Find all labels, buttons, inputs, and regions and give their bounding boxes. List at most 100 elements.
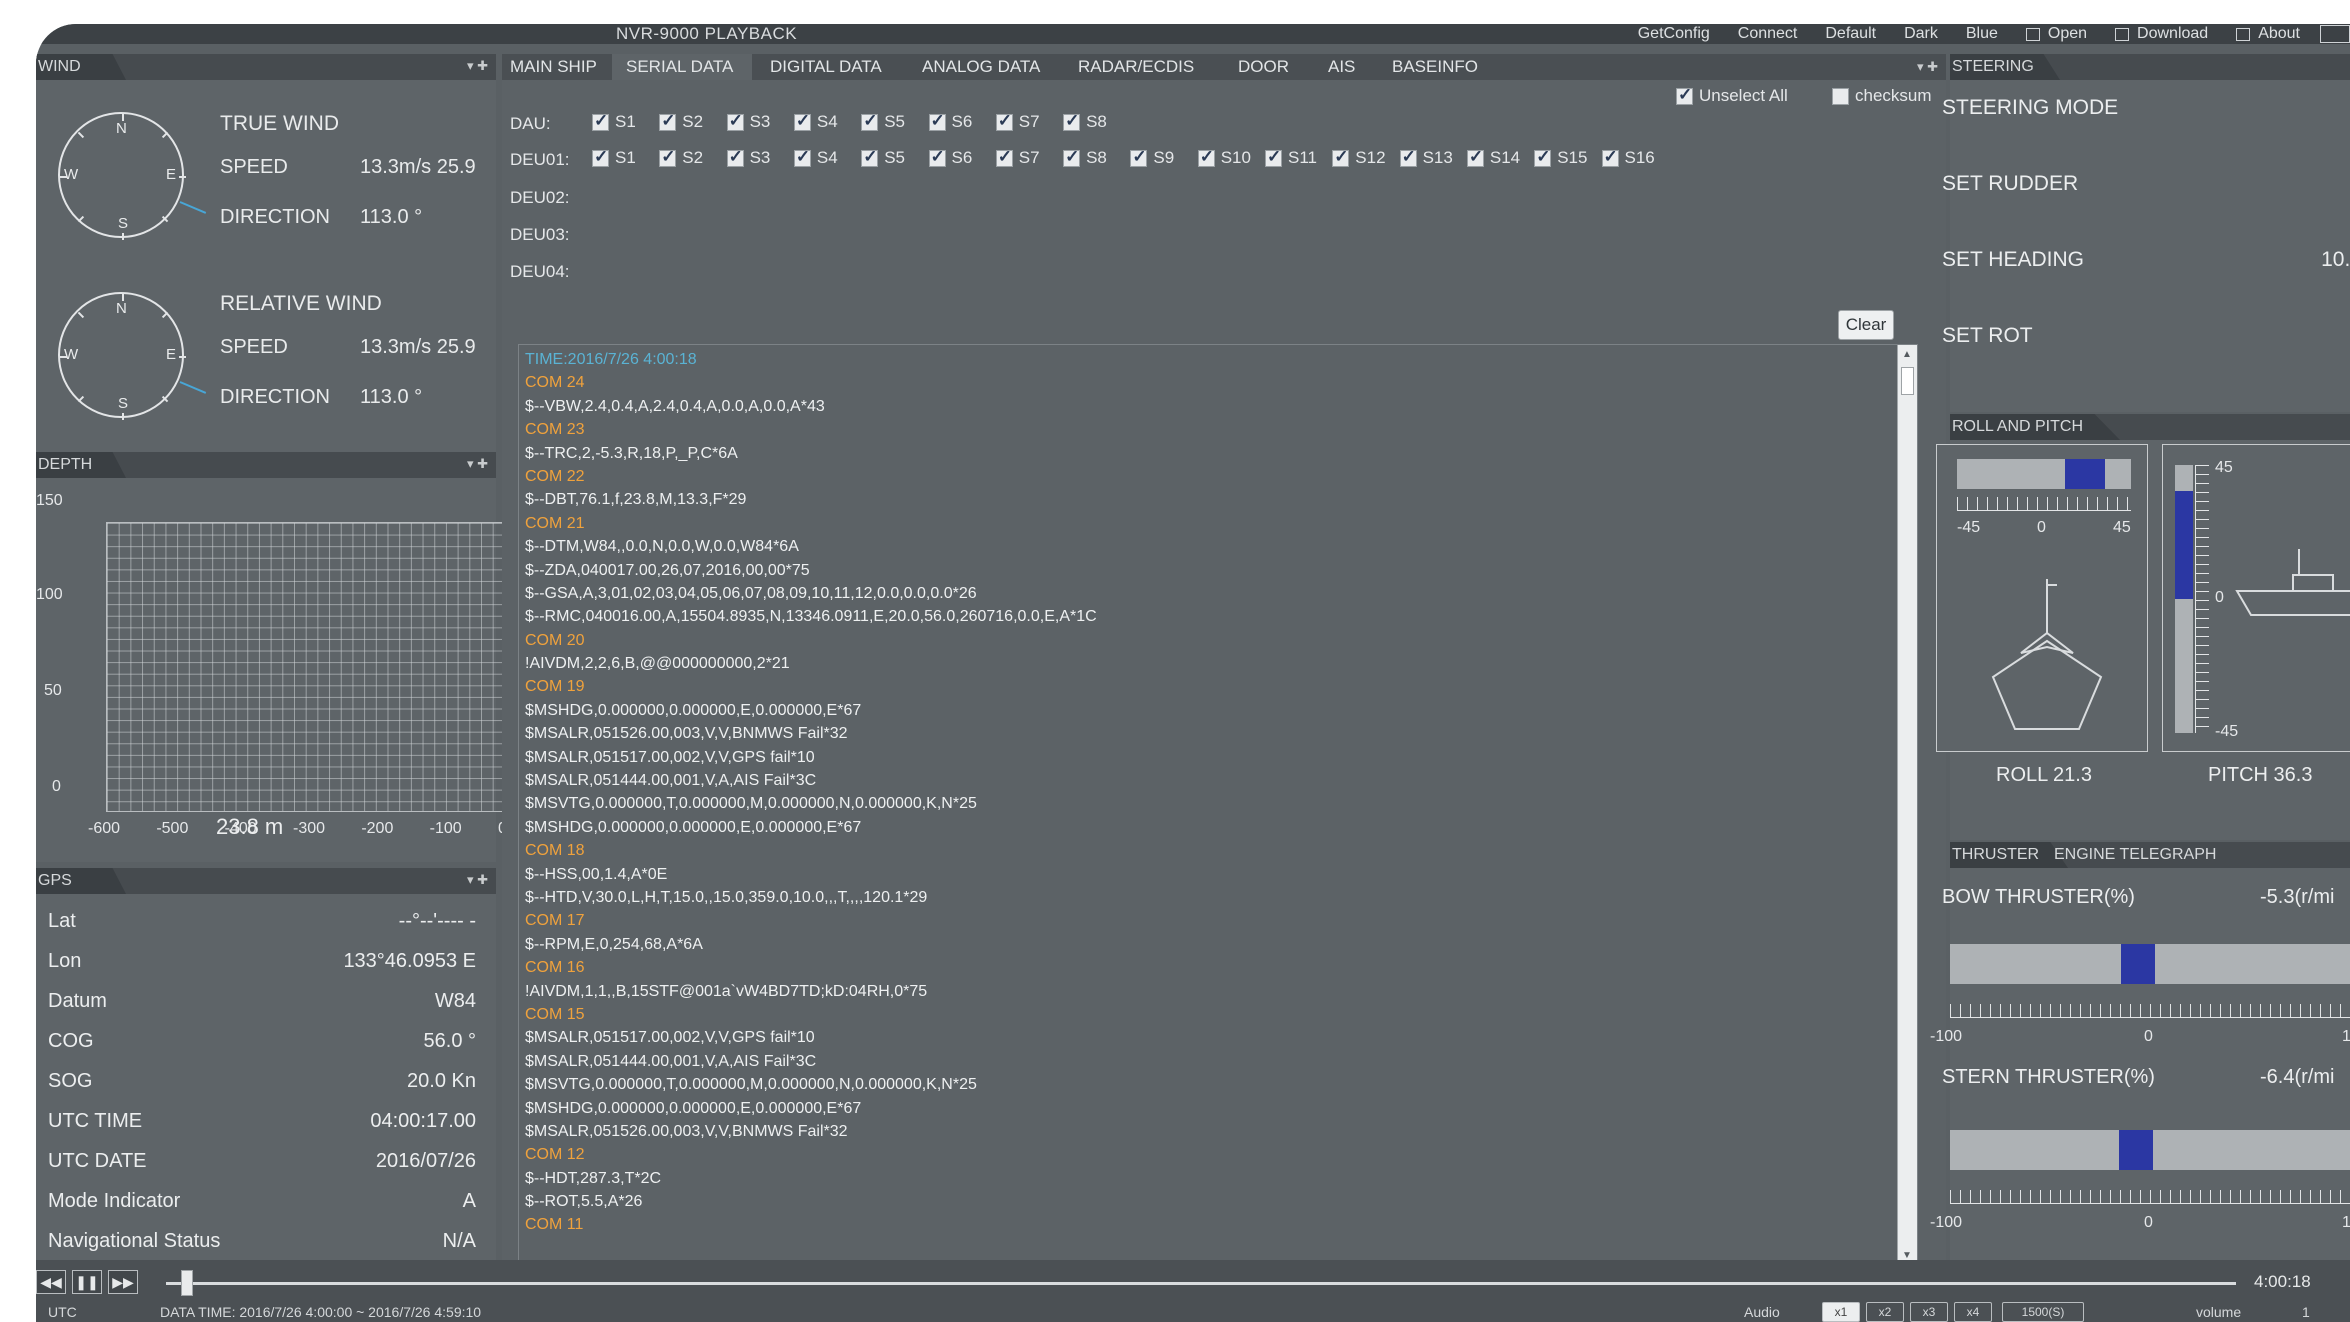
channel-checkbox[interactable]: S2	[659, 110, 703, 134]
tab-thruster[interactable]: THRUSTER	[1950, 842, 2068, 868]
log-timestamp: TIME:2016/7/26 4:00:18	[525, 351, 697, 368]
checkbox-box	[928, 147, 946, 167]
channel-checkbox[interactable]: S5	[861, 146, 905, 170]
gps-value: N/A	[442, 1230, 476, 1252]
true-wind-direction-label: DIRECTION	[220, 206, 330, 228]
pause-button[interactable]: ❚❚	[72, 1270, 102, 1294]
channel-checkbox[interactable]: S8	[1063, 110, 1107, 134]
stern-thruster-indicator	[2119, 1130, 2154, 1170]
menu-dark[interactable]: Dark	[1904, 25, 1938, 43]
tab-analog-data[interactable]: ANALOG DATA	[914, 54, 1054, 80]
bow-thruster-value: -5.3(r/mi	[2260, 886, 2335, 908]
checkbox-label: S5	[884, 148, 905, 167]
clear-button[interactable]: Clear	[1838, 310, 1894, 340]
bow-thruster-indicator	[2121, 944, 2156, 984]
channel-checkbox[interactable]: S7	[995, 110, 1040, 134]
tab-door[interactable]: DOOR	[1238, 54, 1308, 80]
scroll-thumb[interactable]	[1901, 367, 1914, 395]
channel-checkbox[interactable]: S4	[793, 146, 838, 170]
checkbox-label: S7	[1018, 112, 1040, 131]
menu-download[interactable]: Download	[2115, 25, 2208, 43]
channel-checkbox[interactable]: S12	[1332, 146, 1386, 170]
fast-forward-button[interactable]: ▶▶	[108, 1270, 138, 1294]
unselect-all-checkbox[interactable]: Unselect All	[1676, 84, 1788, 108]
checksum-checkbox[interactable]: checksum	[1832, 84, 1932, 108]
checkbox-box	[928, 111, 946, 131]
channel-checkbox[interactable]: S4	[793, 110, 838, 134]
channel-checkbox[interactable]: S6	[928, 146, 972, 170]
checkbox-box	[1265, 147, 1282, 167]
menu-open[interactable]: Open	[2025, 25, 2087, 43]
channel-checkbox[interactable]: S13	[1399, 146, 1453, 170]
gps-value: W84	[434, 990, 476, 1012]
channel-checkbox[interactable]: S2	[659, 146, 703, 170]
channel-checkbox[interactable]: S15	[1534, 146, 1587, 170]
channel-checkbox[interactable]: S1	[592, 146, 636, 170]
pin-icon[interactable]: ▾ ✚	[1917, 59, 1938, 75]
speed-x2-button[interactable]: x2	[1866, 1302, 1904, 1322]
channel-checkbox[interactable]: S10	[1197, 146, 1251, 170]
checkbox-box	[1130, 147, 1148, 167]
window-control[interactable]	[2320, 25, 2350, 43]
tab-serial-data[interactable]: SERIAL DATA	[612, 54, 752, 80]
speed-x3-button[interactable]: x3	[1910, 1302, 1948, 1322]
menu-about[interactable]: About	[2236, 25, 2300, 43]
channel-checkbox[interactable]: S11	[1265, 146, 1317, 170]
gps-value: 133°46.0953 E	[343, 950, 476, 972]
channel-checkbox[interactable]: S9	[1130, 146, 1174, 170]
playback-timeline[interactable]	[166, 1282, 2236, 1285]
pin-icon[interactable]: ▾ ✚	[467, 456, 488, 472]
gps-row-lat: Lat --°--'---- -	[36, 902, 476, 942]
serial-log[interactable]: TIME:2016/7/26 4:00:18 COM 24 $--VBW,2.4,0…	[518, 344, 1918, 1266]
wind-panel-title: WIND	[36, 54, 126, 80]
set-rot-row: SET ROT 5	[1942, 316, 2350, 356]
speed-x4-button[interactable]: x4	[1954, 1302, 1992, 1322]
tab-digital-data[interactable]: DIGITAL DATA	[758, 54, 898, 80]
speed-x1-button[interactable]: x1	[1822, 1302, 1860, 1322]
channel-checkbox[interactable]: S16	[1601, 146, 1655, 170]
menu-label: Download	[2137, 25, 2209, 42]
checkbox-box	[1332, 147, 1350, 167]
checkbox-label: checksum	[1855, 86, 1932, 105]
gps-value: A	[462, 1190, 476, 1212]
pin-icon[interactable]: ▾ ✚	[467, 58, 488, 74]
channel-checkbox[interactable]: S7	[995, 146, 1040, 170]
stern-scale-label: 0	[2144, 1214, 2153, 1231]
menu-blue[interactable]: Blue	[1966, 25, 1998, 43]
channel-checkbox[interactable]: S6	[928, 110, 972, 134]
dau-label: DAU:	[510, 114, 551, 133]
fast-forward-icon: ▶▶	[112, 1274, 134, 1290]
log-scrollbar[interactable]: ▲ ▼	[1897, 345, 1917, 1265]
roll-scale-label: 0	[2037, 519, 2046, 536]
tab-ais[interactable]: AIS	[1328, 54, 1378, 80]
channel-checkbox[interactable]: S1	[592, 110, 636, 134]
channel-checkbox[interactable]: S5	[861, 110, 905, 134]
channel-checkbox[interactable]: S3	[726, 146, 770, 170]
tab-radar-ecdis[interactable]: RADAR/ECDIS	[1078, 54, 1208, 80]
log-line: $--HTD,V,30.0,L,H,T,15.0,,15.0,359.0,10.…	[525, 888, 928, 906]
log-com-header: COM 19	[525, 678, 585, 696]
menu-getconfig[interactable]: GetConfig	[1638, 25, 1710, 43]
tab-engine-telegraph[interactable]: ENGINE TELEGRAPH	[2054, 846, 2216, 864]
log-com-header: COM 11	[525, 1216, 584, 1234]
gps-row-utc-date: UTC DATE 2016/07/26	[36, 1142, 476, 1182]
rewind-button[interactable]: ◀◀	[36, 1270, 66, 1294]
checkbox-box	[861, 111, 879, 131]
compass-e: E	[165, 346, 176, 363]
folder-icon	[2025, 27, 2040, 41]
speed-1500-button[interactable]: 1500(S)	[2002, 1302, 2084, 1322]
gps-label: Lon	[48, 950, 82, 972]
menu-connect[interactable]: Connect	[1738, 25, 1798, 43]
menu-default[interactable]: Default	[1825, 25, 1876, 43]
checkbox-box	[726, 147, 744, 167]
depth-x-tick: -600	[88, 820, 121, 837]
channel-checkbox[interactable]: S14	[1466, 146, 1520, 170]
channel-checkbox[interactable]: S3	[726, 110, 770, 134]
timeline-thumb[interactable]	[180, 1270, 193, 1296]
compass-e: E	[165, 166, 176, 183]
tab-main-ship[interactable]: MAIN SHIP	[510, 54, 610, 80]
pin-icon[interactable]: ▾ ✚	[467, 872, 488, 888]
channel-checkbox[interactable]: S8	[1063, 146, 1107, 170]
scroll-up-icon[interactable]: ▲	[1902, 349, 1912, 360]
tab-baseinfo[interactable]: BASEINFO	[1392, 54, 1502, 80]
